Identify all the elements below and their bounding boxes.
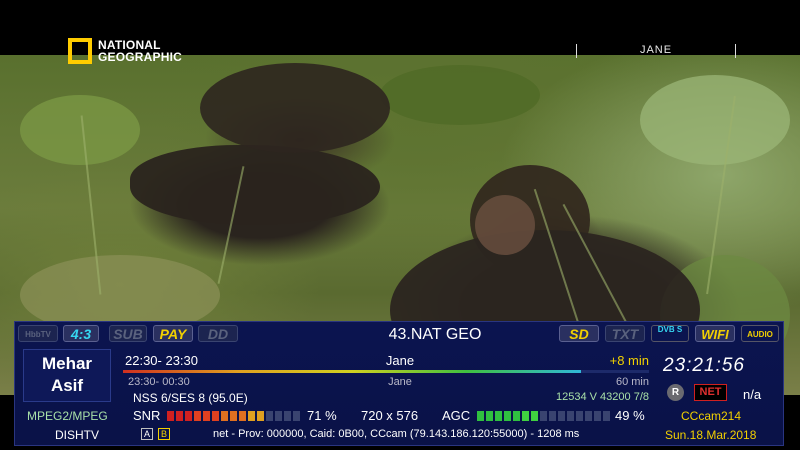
agc-meter	[477, 411, 610, 421]
net-badge: NET	[694, 384, 727, 401]
meter-segment	[284, 411, 291, 421]
next-time: 23:30- 00:30	[128, 376, 190, 388]
program-progress-bar	[123, 370, 649, 373]
chimp-shape	[200, 63, 390, 153]
snr-meter	[167, 411, 300, 421]
meter-segment	[522, 411, 529, 421]
national-geographic-logo: NATIONAL GEOGRAPHIC	[68, 38, 182, 64]
now-title: Jane	[385, 353, 415, 368]
provider-name: DISHTV	[55, 428, 100, 442]
na-text: n/a	[743, 387, 762, 402]
teletext-flag: TXT	[605, 325, 645, 342]
codec-info: MPEG2/MPEG	[27, 409, 108, 423]
next-title: Jane	[388, 376, 412, 388]
meter-segment	[230, 411, 237, 421]
meter-segment	[504, 411, 511, 421]
snr-value: 71 %	[307, 408, 337, 423]
program-progress-fill	[123, 370, 581, 373]
agc-label: AGC	[442, 408, 471, 423]
channel-name: 43.NAT GEO	[388, 326, 482, 343]
meter-segment	[167, 411, 174, 421]
meter-segment	[531, 411, 538, 421]
meter-segment	[540, 411, 547, 421]
hbbtv-flag: HbbTV	[18, 325, 58, 342]
ecm-info: net - Prov: 000000, Caid: 0B00, CCcam (7…	[213, 428, 580, 440]
sd-flag: SD	[559, 325, 599, 342]
video-resolution: 720 x 576	[361, 408, 419, 423]
satellite-name: NSS 6/SES 8 (95.0E)	[133, 391, 248, 405]
yellow-frame-icon	[68, 38, 92, 64]
snr-label: SNR	[133, 408, 161, 423]
meter-segment	[585, 411, 592, 421]
meter-segment	[176, 411, 183, 421]
logo-text: NATIONAL GEOGRAPHIC	[98, 38, 183, 64]
dolby-flag: DD	[198, 325, 238, 342]
meter-segment	[603, 411, 610, 421]
meter-segment	[549, 411, 556, 421]
wifi-flag: WIFI	[695, 325, 735, 342]
foliage	[640, 75, 790, 165]
meter-segment	[293, 411, 300, 421]
now-time: 22:30- 23:30	[125, 353, 199, 368]
meter-segment	[513, 411, 520, 421]
meter-segment	[203, 411, 210, 421]
meter-segment	[477, 411, 484, 421]
subtitle-flag: SUB	[109, 325, 147, 342]
meter-segment	[567, 411, 574, 421]
agc-value: 49 %	[615, 408, 645, 423]
now-remaining: +8 min	[609, 353, 649, 368]
chimp-shape	[130, 145, 380, 225]
audio-a-indicator: A	[141, 428, 153, 440]
meter-segment	[221, 411, 228, 421]
audio-b-indicator: B	[158, 428, 170, 440]
meter-segment	[266, 411, 273, 421]
record-badge: R	[667, 384, 684, 401]
channel-info-bar: HbbTV 4:3 SUB PAY DD 43.NAT GEO SD TXT D…	[14, 321, 784, 446]
meter-segment	[486, 411, 493, 421]
chimp-face	[475, 195, 535, 255]
meter-segment	[239, 411, 246, 421]
next-duration: 60 min	[615, 376, 649, 388]
meter-segment	[495, 411, 502, 421]
transponder-info: 12534 V 43200 7/8	[556, 391, 649, 403]
date: Sun.18.Mar.2018	[665, 428, 757, 442]
clock: 23:21:56	[663, 355, 745, 376]
meter-segment	[212, 411, 219, 421]
aspect-flag: 4:3	[63, 325, 99, 342]
meter-segment	[185, 411, 192, 421]
meter-segment	[594, 411, 601, 421]
pay-flag: PAY	[153, 325, 193, 342]
audio-flag: AUDIO	[741, 325, 779, 342]
meter-segment	[194, 411, 201, 421]
meter-segment	[275, 411, 282, 421]
meter-segment	[576, 411, 583, 421]
program-banner: JANE	[576, 44, 736, 58]
user-name: Mehar Asif	[23, 349, 111, 402]
meter-segment	[558, 411, 565, 421]
foliage	[20, 95, 140, 165]
meter-segment	[257, 411, 264, 421]
meter-segment	[248, 411, 255, 421]
cam-name: CCcam214	[681, 409, 742, 423]
dvbs-flag: DVB S	[651, 325, 689, 342]
foliage	[380, 65, 540, 125]
